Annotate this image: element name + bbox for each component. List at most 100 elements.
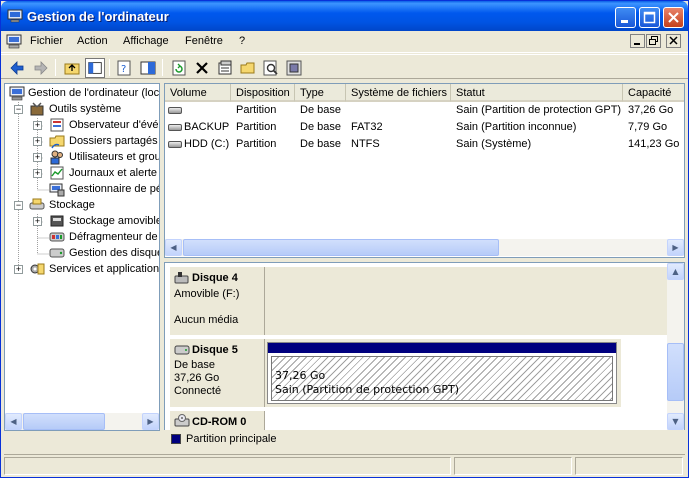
scroll-up-icon[interactable]: ▲	[667, 263, 684, 280]
disk-name: Disque 5	[192, 344, 238, 356]
expand-icon[interactable]: +	[33, 121, 42, 130]
toolbar-separator	[162, 59, 163, 76]
filesystem-cell	[346, 104, 451, 120]
defrag-icon	[49, 232, 65, 242]
scroll-right-icon[interactable]: ▶	[667, 239, 684, 256]
column-header-layout[interactable]: Disposition	[231, 84, 295, 102]
refresh-icon[interactable]	[169, 58, 189, 78]
open-icon[interactable]	[238, 58, 258, 78]
tree-item-removable-storage[interactable]: + Stockage amovible	[5, 213, 160, 229]
expand-icon[interactable]: +	[33, 217, 42, 226]
type-cell: De base	[300, 121, 341, 133]
scroll-thumb[interactable]	[23, 413, 105, 430]
close-icon	[668, 12, 679, 23]
computer-management-icon	[7, 9, 23, 23]
column-header-status[interactable]: Statut	[451, 84, 623, 102]
properties-icon[interactable]: ?	[115, 58, 135, 78]
back-arrow-icon[interactable]	[7, 58, 27, 78]
tree-item-computer-management[interactable]: Gestion de l'ordinateur (loc	[5, 85, 159, 101]
column-header-capacity[interactable]: Capacité	[623, 84, 684, 102]
scroll-thumb[interactable]	[183, 239, 499, 256]
cdrom-0-header[interactable]: CD-ROM 0	[170, 411, 265, 430]
minimize-button[interactable]	[615, 7, 636, 28]
graph-vertical-scrollbar[interactable]: ▲ ▼	[667, 263, 684, 430]
properties-sheet-icon[interactable]	[215, 58, 235, 78]
computer-icon	[9, 86, 25, 101]
tree-item-disk-management[interactable]: Gestion des disque	[5, 245, 159, 261]
menu-action[interactable]: Action	[77, 35, 108, 47]
tree-item-event-viewer[interactable]: + Observateur d'évé	[5, 117, 159, 133]
mdi-restore-button[interactable]	[646, 34, 661, 48]
disk-icon	[168, 140, 182, 148]
tree-horizontal-scrollbar[interactable]: ◀ ▶	[5, 413, 159, 430]
minimize-icon	[634, 43, 640, 45]
maximize-icon	[643, 11, 656, 24]
disk-type: De base	[174, 359, 215, 371]
show-hide-tree-icon[interactable]	[85, 58, 105, 78]
scroll-down-icon[interactable]: ▼	[667, 413, 684, 430]
settings-icon[interactable]	[284, 58, 304, 78]
mdi-minimize-button[interactable]	[630, 34, 645, 48]
up-folder-icon[interactable]	[62, 58, 82, 78]
event-viewer-icon	[50, 118, 64, 132]
expand-icon[interactable]: +	[14, 265, 23, 274]
column-header-type[interactable]: Type	[295, 84, 346, 102]
title-bar[interactable]: Gestion de l'ordinateur	[1, 1, 688, 31]
disk-management-icon	[49, 248, 65, 258]
delete-icon[interactable]	[192, 58, 212, 78]
partition-hatch: 37,26 Go Sain (Partition de protection G…	[271, 356, 613, 401]
search-icon[interactable]	[261, 58, 281, 78]
column-header-volume[interactable]: Volume	[165, 84, 231, 102]
tree-item-label: Journaux et alerte	[69, 167, 158, 179]
layout-cell: Partition	[236, 104, 277, 116]
filesystem-cell: FAT32	[351, 121, 383, 133]
tree-item-label: Stockage	[49, 199, 95, 211]
scroll-right-icon[interactable]: ▶	[142, 413, 159, 430]
mdi-close-button[interactable]	[666, 34, 681, 48]
toolbar: ?	[1, 54, 688, 79]
expand-icon[interactable]: +	[33, 153, 42, 162]
close-button[interactable]	[663, 7, 684, 28]
console-tree[interactable]: Gestion de l'ordinateur (loc − Outils sy…	[4, 83, 160, 431]
volume-list[interactable]: Volume Disposition Type Système de fichi…	[164, 83, 685, 258]
disk-size: 37,26 Go	[174, 372, 220, 384]
layout-cell: Partition	[236, 121, 277, 133]
list-horizontal-scrollbar[interactable]: ◀ ▶	[165, 239, 684, 256]
tree-item-label: Stockage amovible	[69, 215, 160, 227]
menu-affichage[interactable]: Affichage	[123, 35, 169, 47]
disk-type: Amovible (F:)	[174, 288, 240, 300]
tree-item-storage[interactable]: − Stockage	[5, 197, 159, 213]
menu-fenetre[interactable]: Fenêtre	[185, 35, 223, 47]
disk-icon	[168, 123, 182, 131]
tree-item-device-manager[interactable]: Gestionnaire de pé	[5, 181, 159, 197]
tree-item-system-tools[interactable]: − Outils système	[5, 101, 159, 117]
menu-fichier[interactable]: Fichier	[30, 35, 63, 47]
column-header-filesystem[interactable]: Système de fichiers	[346, 84, 451, 102]
expand-icon[interactable]: +	[33, 169, 42, 178]
hard-disk-icon	[174, 345, 190, 355]
tree-item-defragmenter[interactable]: Défragmenteur de	[5, 229, 159, 245]
type-cell: De base	[300, 138, 341, 150]
tree-item-users-groups[interactable]: + Utilisateurs et grou	[5, 149, 159, 165]
expand-icon[interactable]: +	[33, 137, 42, 146]
maximize-button[interactable]	[639, 7, 660, 28]
mmc-document-icon[interactable]	[6, 34, 22, 49]
disk-graphical-view[interactable]: Disque 4 Amovible (F:) Aucun média Disqu…	[164, 262, 685, 431]
menu-help[interactable]: ?	[239, 35, 245, 47]
partition-color-bar	[268, 343, 616, 353]
forward-arrow-icon[interactable]	[31, 58, 51, 78]
scroll-thumb[interactable]	[667, 343, 684, 401]
disk-5-header[interactable]: Disque 5 De base 37,26 Go Connecté	[170, 339, 265, 407]
tree-item-services-apps[interactable]: + Services et applications	[5, 261, 159, 277]
tree-item-shared-folders[interactable]: + Dossiers partagés	[5, 133, 159, 149]
disk-4-header[interactable]: Disque 4 Amovible (F:) Aucun média	[170, 267, 265, 335]
collapse-icon[interactable]: −	[14, 105, 23, 114]
help-icon[interactable]	[138, 58, 158, 78]
scroll-left-icon[interactable]: ◀	[165, 239, 182, 256]
tree-item-logs-alerts[interactable]: + Journaux et alerte	[5, 165, 159, 181]
scroll-left-icon[interactable]: ◀	[5, 413, 22, 430]
partition-block[interactable]: 37,26 Go Sain (Partition de protection G…	[267, 342, 617, 404]
collapse-icon[interactable]: −	[14, 201, 23, 210]
legend: Partition principale	[164, 430, 685, 450]
volume-cell: HDD (C:)	[165, 138, 231, 154]
